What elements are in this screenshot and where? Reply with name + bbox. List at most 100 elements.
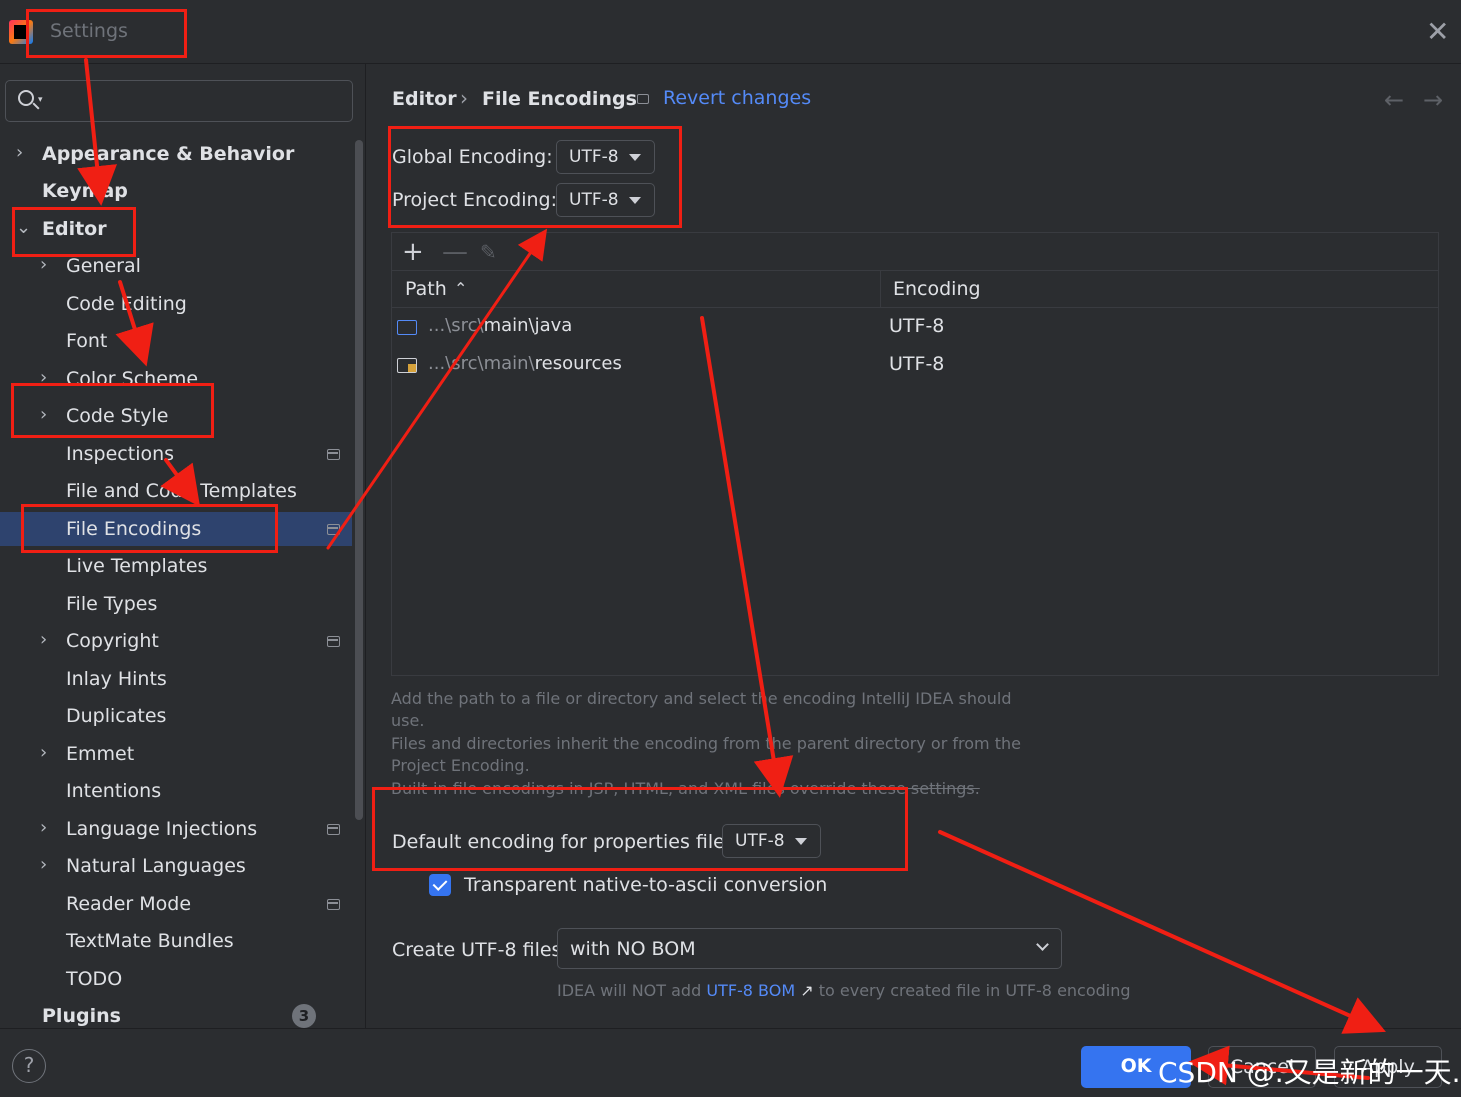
sidebar-item-editor[interactable]: ⌄ Editor bbox=[0, 212, 352, 246]
bom-hint: IDEA will NOT add UTF-8 BOM ↗ to every c… bbox=[557, 981, 1131, 1000]
hint-text: Project Encoding. bbox=[391, 756, 530, 775]
sidebar-item-label: Live Templates bbox=[66, 555, 208, 577]
sidebar-item-appearance-behavior[interactable]: › Appearance & Behavior bbox=[0, 137, 352, 171]
sidebar-item-label: Inlay Hints bbox=[66, 668, 167, 690]
project-scope-icon bbox=[327, 636, 340, 647]
properties-encoding-select[interactable]: UTF-8 bbox=[722, 824, 821, 858]
sidebar-item-label: Code Editing bbox=[66, 293, 187, 315]
sidebar-item-language-injections[interactable]: › Language Injections bbox=[0, 812, 352, 846]
sidebar-item-keymap[interactable]: Keymap bbox=[0, 174, 352, 208]
column-divider[interactable] bbox=[880, 271, 881, 308]
row-encoding[interactable]: UTF-8 bbox=[889, 353, 944, 375]
sidebar-scrollbar[interactable] bbox=[355, 140, 363, 820]
chevron-right-icon[interactable]: › bbox=[40, 816, 47, 840]
breadcrumb-editor[interactable]: Editor bbox=[392, 88, 457, 110]
bom-value: with NO BOM bbox=[570, 938, 696, 960]
back-arrow-icon[interactable]: ← bbox=[1384, 86, 1404, 114]
row-path: ...\src\main\java bbox=[428, 315, 573, 336]
search-options-icon[interactable]: ▾ bbox=[38, 95, 43, 105]
sidebar-item-intentions[interactable]: Intentions bbox=[0, 774, 352, 808]
sort-ascending-icon[interactable]: ⌃ bbox=[454, 279, 467, 298]
hint-text: Files and directories inherit the encodi… bbox=[391, 734, 1021, 753]
sidebar-item-file-types[interactable]: File Types bbox=[0, 587, 352, 621]
sidebar-item-file-code-templates[interactable]: File and Code Templates bbox=[0, 474, 352, 508]
add-icon[interactable]: + bbox=[402, 235, 424, 269]
intellij-logo-icon bbox=[9, 20, 33, 44]
sidebar-item-inspections[interactable]: Inspections bbox=[0, 437, 352, 471]
sidebar-item-emmet[interactable]: › Emmet bbox=[0, 737, 352, 771]
settings-sidebar: ▾ › Appearance & Behavior Keymap ⌄ Edito… bbox=[0, 64, 366, 1028]
folder-icon bbox=[397, 320, 417, 335]
chevron-right-icon[interactable]: › bbox=[16, 141, 23, 165]
sidebar-item-natural-languages[interactable]: › Natural Languages bbox=[0, 849, 352, 883]
window-title: Settings bbox=[50, 20, 128, 42]
csdn-watermark: CSDN @.又是新的一天. bbox=[1158, 1056, 1461, 1089]
project-encoding-label: Project Encoding: bbox=[392, 189, 558, 211]
sidebar-item-general[interactable]: › General bbox=[0, 249, 352, 283]
chevron-right-icon[interactable]: › bbox=[40, 741, 47, 765]
chevron-down-icon bbox=[1036, 938, 1049, 951]
row-encoding[interactable]: UTF-8 bbox=[889, 315, 944, 337]
revert-changes-link[interactable]: Revert changes bbox=[663, 87, 811, 109]
sidebar-item-textmate-bundles[interactable]: TextMate Bundles bbox=[0, 924, 352, 958]
search-input[interactable]: ▾ bbox=[5, 80, 353, 122]
sidebar-item-label: Keymap bbox=[42, 180, 128, 202]
sidebar-item-label: Appearance & Behavior bbox=[42, 143, 295, 165]
utf8-bom-link[interactable]: UTF-8 BOM bbox=[706, 981, 795, 1000]
chevron-right-icon[interactable]: › bbox=[40, 628, 47, 652]
dropdown-arrow-icon bbox=[629, 197, 641, 204]
sidebar-item-font[interactable]: Font bbox=[0, 324, 352, 358]
properties-encoding-value: UTF-8 bbox=[735, 831, 785, 851]
sidebar-item-code-editing[interactable]: Code Editing bbox=[0, 287, 352, 321]
sidebar-item-inlay-hints[interactable]: Inlay Hints bbox=[0, 662, 352, 696]
remove-icon[interactable]: — bbox=[442, 235, 468, 269]
row-path: ...\src\main\resources bbox=[428, 353, 622, 374]
project-scope-icon bbox=[327, 524, 340, 535]
sidebar-item-label: General bbox=[66, 255, 141, 277]
sidebar-item-file-encodings[interactable]: File Encodings bbox=[0, 512, 352, 546]
table-row[interactable]: ...\src\main\resources UTF-8 bbox=[392, 346, 1438, 384]
sidebar-item-color-scheme[interactable]: › Color Scheme bbox=[0, 362, 352, 396]
sidebar-item-duplicates[interactable]: Duplicates bbox=[0, 699, 352, 733]
close-icon[interactable]: ✕ bbox=[1426, 16, 1449, 48]
table-toolbar: + — ✎ bbox=[392, 233, 1438, 271]
project-encoding-select[interactable]: UTF-8 bbox=[556, 183, 655, 217]
sidebar-item-code-style[interactable]: › Code Style bbox=[0, 399, 352, 433]
chevron-right-icon[interactable]: › bbox=[40, 253, 47, 277]
sidebar-item-label: File and Code Templates bbox=[66, 480, 297, 502]
transparent-ascii-label[interactable]: Transparent native-to-ascii conversion bbox=[464, 874, 827, 896]
sidebar-item-label: Color Scheme bbox=[66, 368, 199, 390]
transparent-ascii-checkbox[interactable] bbox=[429, 874, 451, 896]
sidebar-item-live-templates[interactable]: Live Templates bbox=[0, 549, 352, 583]
chevron-right-icon[interactable]: › bbox=[40, 366, 47, 390]
help-button[interactable]: ? bbox=[12, 1049, 46, 1083]
sidebar-item-todo[interactable]: TODO bbox=[0, 962, 352, 996]
edit-icon[interactable]: ✎ bbox=[480, 235, 497, 269]
sidebar-item-label: Language Injections bbox=[66, 818, 258, 840]
sidebar-item-label: Inspections bbox=[66, 443, 175, 465]
sidebar-item-label: Editor bbox=[42, 218, 107, 240]
sidebar-item-label: Natural Languages bbox=[66, 855, 246, 877]
sidebar-item-reader-mode[interactable]: Reader Mode bbox=[0, 887, 352, 921]
sidebar-item-label: TODO bbox=[66, 968, 123, 990]
chevron-down-icon[interactable]: ⌄ bbox=[16, 216, 31, 240]
sidebar-item-label: Emmet bbox=[66, 743, 135, 765]
table-header: Path ⌃ Encoding bbox=[392, 271, 1438, 308]
sidebar-item-copyright[interactable]: › Copyright bbox=[0, 624, 352, 658]
project-scope-icon bbox=[327, 824, 340, 835]
sidebar-item-label: Duplicates bbox=[66, 705, 167, 727]
table-row[interactable]: ...\src\main\java UTF-8 bbox=[392, 308, 1438, 346]
dropdown-arrow-icon bbox=[795, 838, 807, 845]
bom-select[interactable]: with NO BOM bbox=[557, 928, 1062, 969]
sidebar-item-label: Reader Mode bbox=[66, 893, 192, 915]
column-header-encoding[interactable]: Encoding bbox=[893, 278, 981, 300]
dropdown-arrow-icon bbox=[629, 154, 641, 161]
forward-arrow-icon[interactable]: → bbox=[1423, 86, 1443, 114]
project-scope-icon bbox=[327, 899, 340, 910]
chevron-right-icon[interactable]: › bbox=[40, 403, 47, 427]
global-encoding-select[interactable]: UTF-8 bbox=[556, 140, 655, 174]
sidebar-item-label: TextMate Bundles bbox=[66, 930, 234, 952]
global-encoding-label: Global Encoding: bbox=[392, 146, 553, 168]
column-header-path[interactable]: Path bbox=[405, 278, 447, 300]
chevron-right-icon[interactable]: › bbox=[40, 853, 47, 877]
